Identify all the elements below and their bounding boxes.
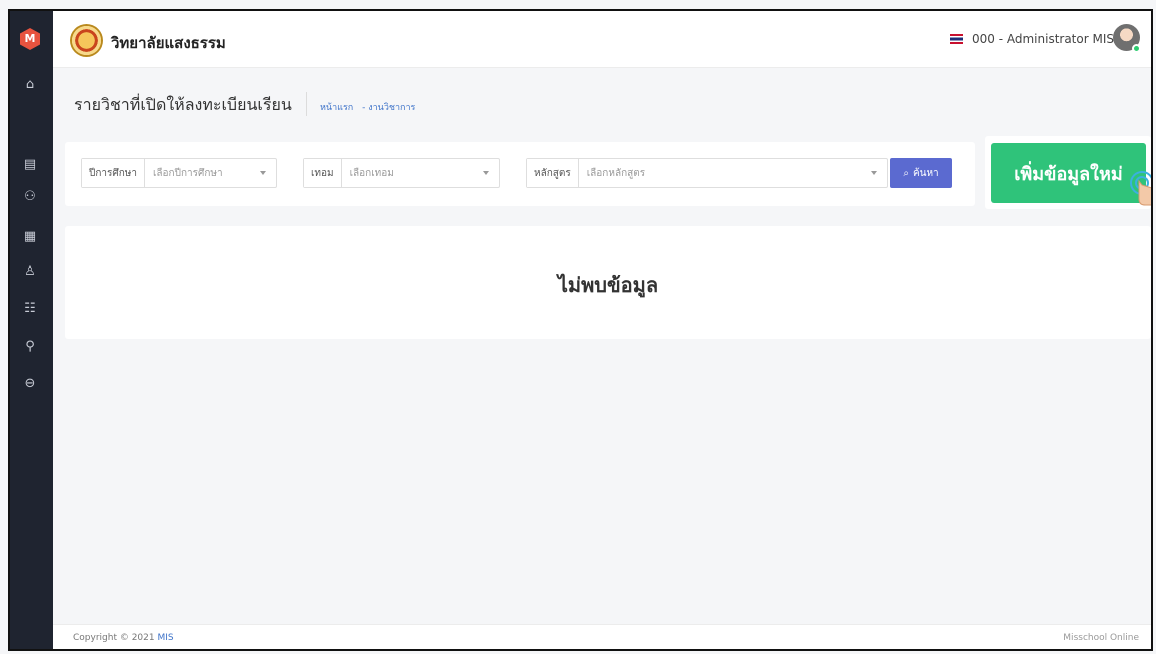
language-flag-icon[interactable] (950, 34, 963, 44)
results-card: ไม่พบข้อมูล (65, 226, 1151, 339)
footer: Copyright © 2021 MIS Misschool Online (53, 624, 1151, 649)
logout-icon[interactable]: ⊖ (17, 373, 43, 395)
app-logo-icon[interactable]: M (20, 28, 40, 50)
breadcrumb-academic[interactable]: - งานวิชาการ (362, 103, 415, 113)
user-check-icon[interactable]: ♙ (17, 261, 43, 283)
term-label: เทอม (304, 159, 342, 187)
year-select[interactable]: ปีการศึกษา เลือกปีการศึกษา (81, 158, 277, 188)
page-title: รายวิชาที่เปิดให้ลงทะเบียนเรียน (74, 95, 292, 114)
id-card-icon[interactable]: ▦ (17, 226, 43, 248)
user-settings-icon[interactable]: ⚲ (17, 336, 43, 358)
title-divider (306, 92, 307, 116)
footer-brand: Misschool Online (1063, 633, 1139, 643)
online-status-icon (1132, 44, 1141, 53)
chevron-down-icon[interactable] (483, 171, 489, 175)
year-placeholder[interactable]: เลือกปีการศึกษา (145, 166, 260, 181)
empty-message: ไม่พบข้อมูล (557, 273, 659, 297)
filter-card: ปีการศึกษา เลือกปีการศึกษา เทอม เลือกเทอ… (65, 142, 975, 206)
home-icon[interactable]: ⌂ (17, 74, 43, 96)
user-name[interactable]: 000 - Administrator MIS (972, 32, 1114, 46)
search-icon: ⌕ (903, 167, 909, 179)
curriculum-select[interactable]: หลักสูตร เลือกหลักสูตร (526, 158, 888, 188)
breadcrumb-home[interactable]: หน้าแรก (320, 103, 353, 113)
chevron-down-icon[interactable] (871, 171, 877, 175)
chevron-down-icon[interactable] (260, 171, 266, 175)
add-new-button[interactable]: เพิ่มข้อมูลใหม่ (991, 143, 1146, 203)
copyright: Copyright © 2021 MIS (73, 633, 174, 643)
school-logo[interactable] (70, 24, 103, 57)
hand-pointer-icon (1130, 171, 1151, 206)
app-frame: M ⌂ ▤ ⚇ ▦ ♙ ☷ ⚲ ⊖ วิทยาลัยแสงธรรม 000 - … (8, 9, 1153, 651)
breadcrumb: หน้าแรก - งานวิชาการ (320, 100, 421, 114)
curriculum-label: หลักสูตร (527, 159, 579, 187)
document-icon[interactable]: ▤ (17, 154, 43, 176)
search-button-label: ค้นหา (912, 167, 939, 179)
money-icon[interactable]: ☷ (17, 298, 43, 320)
people-icon[interactable]: ⚇ (17, 186, 43, 208)
search-button[interactable]: ⌕ ค้นหา (890, 158, 952, 188)
term-select[interactable]: เทอม เลือกเทอม (303, 158, 500, 188)
term-placeholder[interactable]: เลือกเทอม (342, 166, 483, 181)
topbar: วิทยาลัยแสงธรรม 000 - Administrator MIS (53, 11, 1151, 68)
year-label: ปีการศึกษา (82, 159, 145, 187)
school-name[interactable]: วิทยาลัยแสงธรรม (111, 31, 226, 55)
copyright-prefix: Copyright © 2021 (73, 633, 155, 643)
copyright-brand-link[interactable]: MIS (157, 633, 173, 643)
sidebar: M ⌂ ▤ ⚇ ▦ ♙ ☷ ⚲ ⊖ (10, 11, 53, 649)
curriculum-placeholder[interactable]: เลือกหลักสูตร (579, 166, 871, 181)
